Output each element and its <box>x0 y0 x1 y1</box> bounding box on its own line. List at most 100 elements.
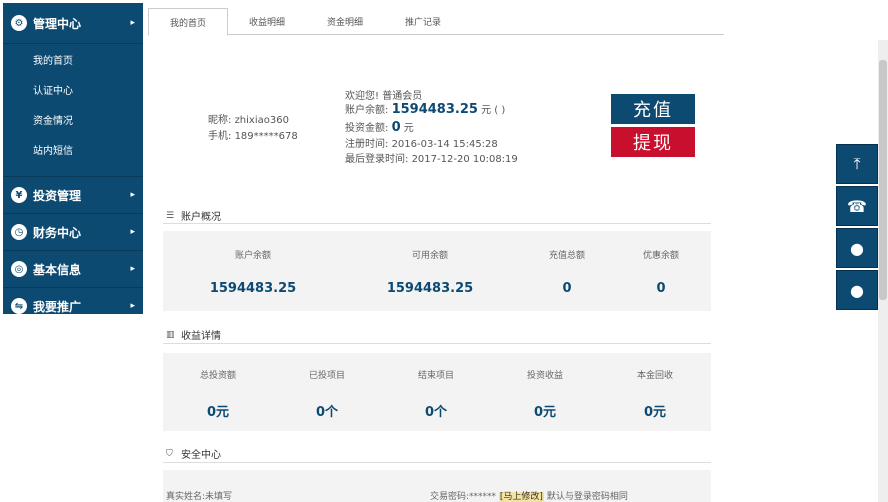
shield-icon: ⛉ <box>166 448 173 459</box>
withdraw-button[interactable]: 提现 <box>611 127 695 157</box>
chevron-right-icon: ▸ <box>130 301 135 311</box>
chevron-right-icon: ▸ <box>130 190 135 200</box>
sidebar-item-funds[interactable]: 资金情况 <box>3 104 143 134</box>
sidebar-item-label: 资金情况 <box>33 115 73 127</box>
chevron-right-icon: ▸ <box>130 264 135 274</box>
chevron-right-icon: ▸ <box>130 227 135 237</box>
register-line: 注册时间: 2016-03-14 15:45:28 <box>345 135 498 150</box>
stat-label: 已投项目 <box>308 371 345 381</box>
divider <box>163 462 711 463</box>
trade-password-label: 交易密码:****** <box>430 492 497 502</box>
lastlogin-label: 最后登录时间: <box>345 154 409 165</box>
stat-label: 本金回收 <box>636 371 673 381</box>
gear-icon: ⚙ <box>11 15 27 31</box>
overview-stat: 可用余额 1594483.25 <box>375 248 485 296</box>
change-password-link[interactable]: [马上修改] <box>498 492 544 502</box>
qq-icon: ● <box>850 280 864 300</box>
phone-button[interactable]: ☎ <box>836 186 878 226</box>
list-icon: ☰ <box>166 210 175 221</box>
stat-label: 可用余额 <box>411 251 448 261</box>
back-to-top-icon: ⤒ <box>853 154 861 173</box>
overview-title: 账户概况 <box>181 212 221 223</box>
recharge-button[interactable]: 充值 <box>611 94 695 124</box>
invest-label: 投资金额: <box>345 123 389 134</box>
earnings-title: 收益详情 <box>181 331 221 342</box>
phone-value: 189*****678 <box>234 131 298 142</box>
tab-label: 收益明细 <box>248 17 285 28</box>
phone-icon: ☎ <box>847 196 867 216</box>
tab-label: 我的首页 <box>169 18 206 29</box>
stat-value: 0元 <box>206 405 230 420</box>
stat-value: 1594483.25 <box>209 281 297 296</box>
earnings-panel: 总投资额 0元 已投项目 0个 结束项目 0个 投资收益 0元 本金回收 0元 <box>163 353 711 431</box>
security-section-title: ⛉ 安全中心 <box>166 446 221 462</box>
earnings-stat: 已投项目 0个 <box>287 368 367 420</box>
stat-label: 充值总额 <box>548 251 585 261</box>
overview-panel: 账户余额 1594483.25 可用余额 1594483.25 充值总额 0 优… <box>163 231 711 311</box>
stat-value: 0 <box>562 281 572 296</box>
sidebar-item-label: 站内短信 <box>33 145 73 157</box>
earnings-stat: 投资收益 0元 <box>505 368 585 420</box>
tab-earnings-detail[interactable]: 收益明细 <box>228 8 306 34</box>
invest-value: 0 <box>391 120 401 135</box>
sidebar-group-label: 投资管理 <box>33 188 82 203</box>
sidebar-group-label: 基本信息 <box>33 262 82 277</box>
profile-nickname: 昵称: zhixiao360 <box>208 111 289 126</box>
nickname-value: zhixiao360 <box>234 115 289 126</box>
stat-value: 0个 <box>424 405 448 420</box>
lastlogin-time: 2017-12-20 10:08:19 <box>411 154 518 165</box>
balance-label: 账户余额: <box>345 105 389 116</box>
tab-promotion-records[interactable]: 推广记录 <box>384 8 462 34</box>
stat-value: 0 <box>656 281 666 296</box>
stat-label: 总投资额 <box>199 371 236 381</box>
realname-status: 真实姓名:未填写 <box>166 492 233 502</box>
stat-label: 投资收益 <box>526 371 563 381</box>
balance-value: 1594483.25 <box>391 102 478 117</box>
sidebar-group-promotion[interactable]: ⇋ 我要推广 ▸ <box>3 287 143 324</box>
scrollbar-thumb[interactable] <box>879 60 887 300</box>
sidebar-group-label: 财务中心 <box>33 225 82 240</box>
sidebar-group-label: 我要推广 <box>33 299 82 314</box>
qq-chat-button[interactable]: ● <box>836 270 878 310</box>
page-scrollbar[interactable] <box>878 40 888 502</box>
stat-label: 优惠余额 <box>642 251 679 261</box>
sidebar-header-management[interactable]: ⚙ 管理中心 ▸ <box>3 3 143 44</box>
tab-bar: 我的首页 收益明细 资金明细 推广记录 <box>148 8 724 36</box>
sidebar-item-home[interactable]: 我的首页 <box>3 44 143 74</box>
divider <box>163 223 711 224</box>
register-label: 注册时间: <box>345 139 389 150</box>
sidebar-group-basic-info[interactable]: ◎ 基本信息 ▸ <box>3 250 143 287</box>
tab-label: 资金明细 <box>326 17 363 28</box>
sidebar-group-finance[interactable]: ◷ 财务中心 ▸ <box>3 213 143 250</box>
register-time: 2016-03-14 15:45:28 <box>391 139 498 150</box>
overview-stat: 账户余额 1594483.25 <box>198 248 308 296</box>
lastlogin-line: 最后登录时间: 2017-12-20 10:08:19 <box>345 150 518 165</box>
earnings-section-title: ▥ 收益详情 <box>166 327 221 343</box>
qq-chat-button[interactable]: ● <box>836 228 878 268</box>
sidebar-item-verification[interactable]: 认证中心 <box>3 74 143 104</box>
stat-value: 1594483.25 <box>386 281 474 296</box>
share-icon: ⇋ <box>11 298 27 314</box>
sidebar-item-label: 认证中心 <box>33 85 73 97</box>
clock-icon: ◷ <box>11 224 27 240</box>
overview-stat: 充值总额 0 <box>527 248 607 296</box>
phone-label: 手机: <box>208 131 232 142</box>
stat-value: 0个 <box>315 405 339 420</box>
target-icon: ◎ <box>11 261 27 277</box>
invest-suffix: 元 <box>403 123 414 134</box>
tab-home[interactable]: 我的首页 <box>148 8 228 36</box>
stat-label: 账户余额 <box>234 251 271 261</box>
back-to-top-button[interactable]: ⤒ <box>836 144 878 184</box>
stat-label: 结束项目 <box>417 371 454 381</box>
bar-chart-icon: ▥ <box>166 329 175 340</box>
security-title: 安全中心 <box>181 450 221 461</box>
profile-phone: 手机: 189*****678 <box>208 127 298 142</box>
sidebar-header-label: 管理中心 <box>33 16 82 31</box>
earnings-stat: 结束项目 0个 <box>396 368 476 420</box>
tab-funds-detail[interactable]: 资金明细 <box>306 8 384 34</box>
sidebar-item-messages[interactable]: 站内短信 <box>3 134 143 164</box>
stat-value: 0元 <box>533 405 557 420</box>
sidebar-group-investment[interactable]: ¥ 投资管理 ▸ <box>3 176 143 213</box>
overview-section-title: ☰ 账户概况 <box>166 208 221 224</box>
sidebar-item-label: 我的首页 <box>33 55 73 67</box>
